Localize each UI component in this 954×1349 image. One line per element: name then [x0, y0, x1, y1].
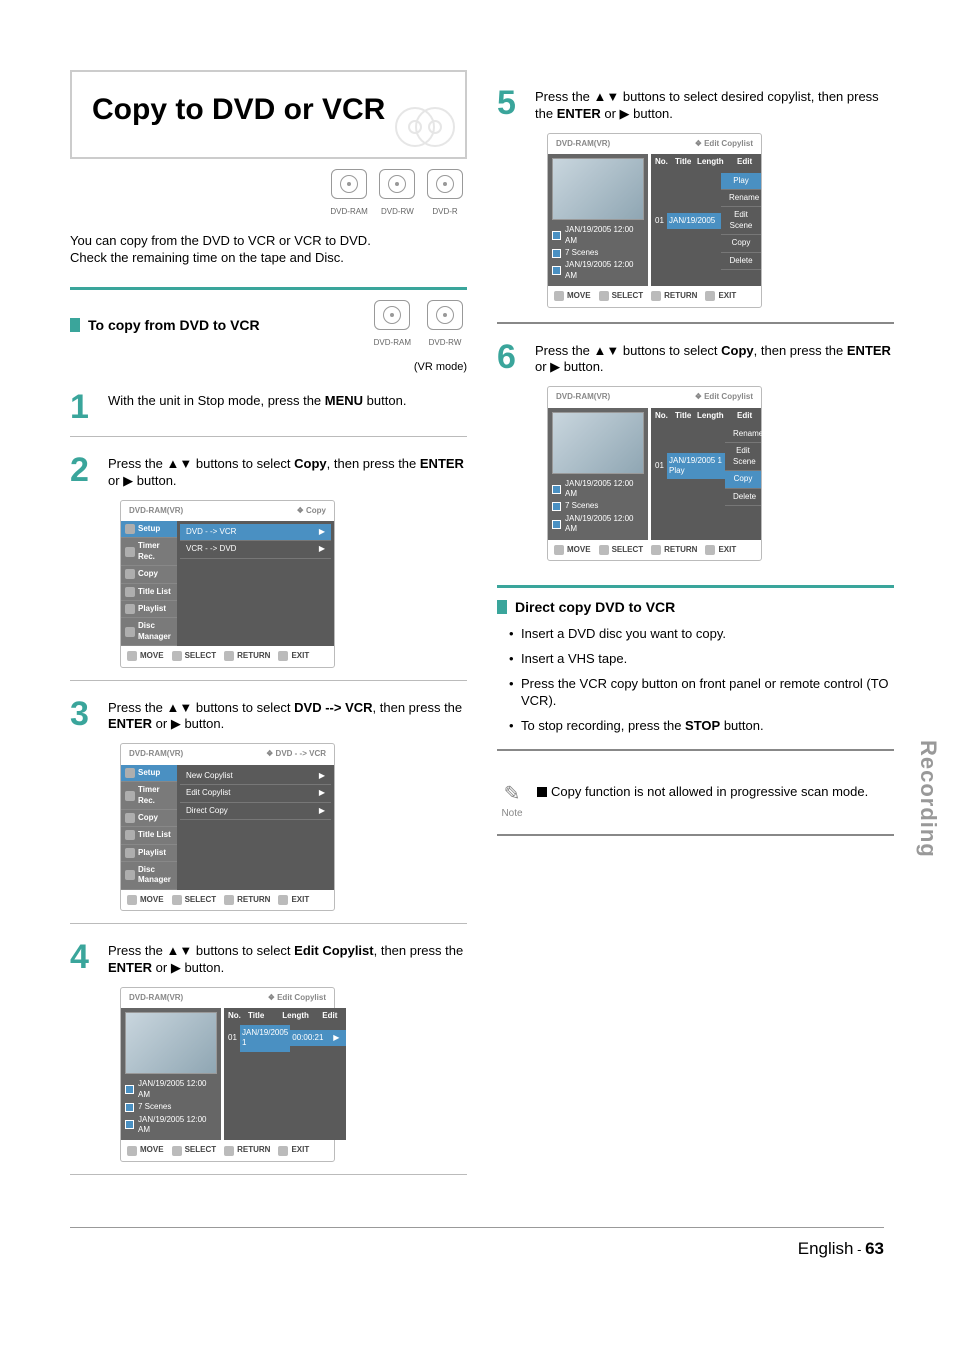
step-text: Press the ▲▼ buttons to select desired c…	[535, 86, 894, 123]
note-text: Copy function is not allowed in progress…	[537, 781, 894, 801]
osd-screen-copylist-menu: DVD-RAM(VR)❖ Edit Copylist JAN/19/2005 1…	[547, 133, 762, 308]
section-heading: To copy from DVD to VCR DVD-RAM DVD-RW	[70, 300, 467, 350]
direct-copy-steps: Insert a DVD disc you want to copy. Inse…	[509, 626, 894, 734]
step-number: 4	[70, 940, 96, 977]
page-footer: English - 63	[0, 1227, 954, 1300]
osd-screen-copy: DVD-RAM(VR)❖ Copy Setup Timer Rec. Copy …	[120, 500, 335, 668]
step-text: With the unit in Stop mode, press the ME…	[108, 390, 406, 424]
intro-text: You can copy from the DVD to VCR or VCR …	[70, 233, 467, 267]
thumbnail-icon	[552, 158, 644, 220]
disc-type: DVD-R	[427, 169, 463, 219]
step-5: 5 Press the ▲▼ buttons to select desired…	[497, 86, 894, 123]
disc-art-icon	[415, 107, 455, 147]
disc-type: DVD-RAM	[330, 169, 367, 219]
vr-mode-note: (VR mode)	[70, 360, 467, 374]
note-icon: ✎	[497, 781, 527, 807]
list-item: Press the VCR copy button on front panel…	[509, 676, 894, 710]
thumbnail-icon	[552, 412, 644, 474]
step-text: Press the ▲▼ buttons to select Copy, the…	[108, 453, 467, 490]
step-3: 3 Press the ▲▼ buttons to select DVD -->…	[70, 697, 467, 734]
osd-screen-dvd-vcr: DVD-RAM(VR)❖ DVD - -> VCR Setup Timer Re…	[120, 743, 335, 911]
step-text: Press the ▲▼ buttons to select DVD --> V…	[108, 697, 467, 734]
section-tab: Recording	[913, 740, 942, 858]
step-4: 4 Press the ▲▼ buttons to select Edit Co…	[70, 940, 467, 977]
osd-screen-copylist-copy: DVD-RAM(VR)❖ Edit Copylist JAN/19/2005 1…	[547, 386, 762, 561]
disc-type: DVD-RAM	[374, 300, 411, 350]
disc-icon	[331, 169, 367, 199]
disc-type: DVD-RW	[427, 300, 463, 350]
disc-icon	[379, 169, 415, 199]
step-number: 5	[497, 86, 523, 123]
section-heading-direct: Direct copy DVD to VCR	[497, 598, 894, 616]
list-item: Insert a DVD disc you want to copy.	[509, 626, 894, 643]
square-bullet-icon	[497, 600, 507, 614]
disc-type: DVD-RW	[379, 169, 415, 219]
step-number: 3	[70, 697, 96, 734]
thumbnail-icon	[125, 1012, 217, 1074]
list-item: Insert a VHS tape.	[509, 651, 894, 668]
list-item: To stop recording, press the STOP button…	[509, 718, 894, 735]
disc-icon	[427, 300, 463, 330]
disc-icon	[427, 169, 463, 199]
step-number: 6	[497, 340, 523, 377]
note-block: ✎ Note Copy function is not allowed in p…	[497, 781, 894, 820]
step-number: 2	[70, 453, 96, 490]
square-bullet-icon	[70, 318, 80, 332]
step-text: Press the ▲▼ buttons to select Edit Copy…	[108, 940, 467, 977]
disc-icon	[374, 300, 410, 330]
step-text: Press the ▲▼ buttons to select Copy, the…	[535, 340, 894, 377]
step-1: 1 With the unit in Stop mode, press the …	[70, 390, 467, 424]
osd-screen-edit-copylist: DVD-RAM(VR)❖ Edit Copylist JAN/19/2005 1…	[120, 987, 335, 1162]
divider	[70, 287, 467, 290]
step-6: 6 Press the ▲▼ buttons to select Copy, t…	[497, 340, 894, 377]
step-number: 1	[70, 390, 96, 424]
step-2: 2 Press the ▲▼ buttons to select Copy, t…	[70, 453, 467, 490]
title-box: Copy to DVD or VCR	[70, 70, 467, 159]
disc-type-row: DVD-RAM DVD-RW DVD-R	[70, 169, 467, 219]
